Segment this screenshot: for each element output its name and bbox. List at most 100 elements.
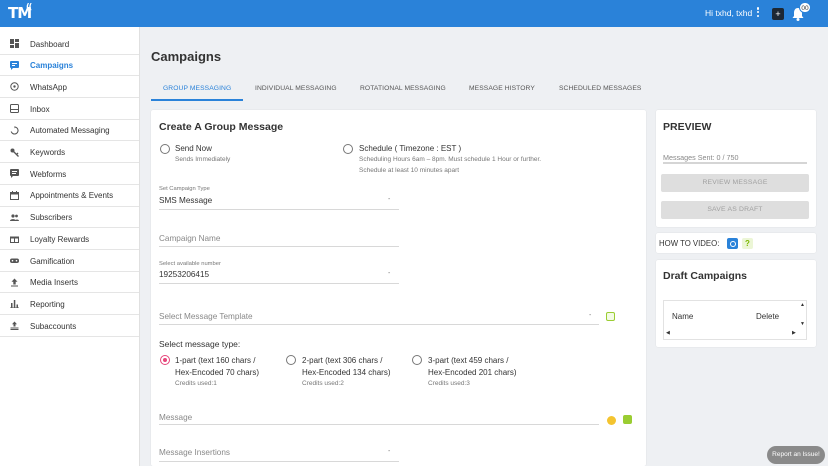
- signal-icon: ((: [26, 2, 32, 11]
- calendar-icon: [10, 190, 19, 200]
- review-message-button[interactable]: REVIEW MESSAGE: [661, 174, 809, 192]
- sidebar-item-dashboard[interactable]: Dashboard: [0, 33, 139, 55]
- number-select[interactable]: 19253206415: [159, 270, 209, 279]
- help-icon[interactable]: ?: [742, 238, 753, 249]
- two-part-line1: 2-part (text 306 chars /: [302, 356, 383, 365]
- schedule-sub-hours: Scheduling Hours 6am – 8pm. Must schedul…: [359, 156, 542, 163]
- tab-individual-messaging[interactable]: INDIVIDUAL MESSAGING: [255, 85, 337, 92]
- sidebar-item-label: Loyalty Rewards: [30, 234, 90, 244]
- send-now-radio[interactable]: [160, 144, 170, 154]
- sidebar-item-label: WhatsApp: [30, 82, 67, 92]
- sidebar-item-subscribers[interactable]: Subscribers: [0, 207, 139, 229]
- sidebar-item-gamification[interactable]: Gamification: [0, 250, 139, 272]
- messages-sent-count: Messages Sent: 0 / 750: [663, 153, 739, 162]
- two-part-radio[interactable]: [286, 355, 296, 365]
- scroll-down-icon[interactable]: ▼: [800, 321, 805, 327]
- sidebar-item-label: Automated Messaging: [30, 126, 110, 136]
- one-part-line2: Hex-Encoded 70 chars): [175, 368, 260, 377]
- sidebar-item-automated-messaging[interactable]: Automated Messaging: [0, 120, 139, 142]
- insertions-underline: [159, 461, 399, 462]
- one-part-radio[interactable]: [160, 355, 170, 365]
- sidebar-item-subaccounts[interactable]: Subaccounts: [0, 315, 139, 337]
- sidebar-nav: Dashboard Campaigns WhatsApp Inbox Autom…: [0, 27, 140, 466]
- sidebar-item-label: Inbox: [30, 104, 50, 114]
- page-title: Campaigns: [151, 49, 222, 64]
- app-logo[interactable]: TM((: [8, 2, 32, 22]
- scroll-right-icon[interactable]: ▶: [792, 330, 796, 336]
- campaign-icon: [10, 60, 19, 70]
- subaccount-icon: [10, 321, 19, 331]
- gamepad-icon: [10, 258, 19, 263]
- top-app-bar: TM(( Hi txhd, txhd + 00: [0, 0, 828, 27]
- sidebar-item-whatsapp[interactable]: WhatsApp: [0, 76, 139, 99]
- insert-media-icon[interactable]: [623, 415, 632, 424]
- number-underline: [159, 283, 399, 284]
- message-insertions-select[interactable]: Message Insertions: [159, 448, 230, 457]
- quick-action-button[interactable]: +: [772, 8, 784, 20]
- sidebar-item-label: Keywords: [30, 148, 66, 157]
- sidebar-item-keywords[interactable]: Keywords: [0, 142, 139, 164]
- message-textarea[interactable]: Message: [159, 413, 192, 422]
- how-to-video-card: HOW TO VIDEO: ?: [656, 233, 816, 253]
- sidebar-item-label: Appointments & Events: [30, 191, 114, 201]
- sidebar-item-label: Webforms: [30, 169, 67, 179]
- sidebar-item-inbox[interactable]: Inbox: [0, 98, 139, 120]
- sidebar-item-webforms[interactable]: Webforms: [0, 163, 139, 185]
- campaign-name-underline: [159, 246, 399, 247]
- user-greeting[interactable]: Hi txhd, txhd: [705, 8, 752, 18]
- emoji-icon[interactable]: [607, 416, 616, 425]
- tab-message-history[interactable]: MESSAGE HISTORY: [469, 85, 535, 92]
- whatsapp-icon: [10, 82, 19, 92]
- webform-icon: [10, 169, 19, 179]
- campaign-type-select[interactable]: SMS Message: [159, 196, 212, 205]
- tab-scheduled-messages[interactable]: SCHEDULED MESSAGES: [559, 85, 641, 92]
- template-underline: [159, 324, 599, 325]
- scroll-up-icon[interactable]: ▲: [800, 302, 805, 308]
- chevron-down-icon[interactable]: -: [388, 448, 390, 455]
- how-to-video-label: HOW TO VIDEO:: [659, 239, 720, 248]
- schedule-label: Schedule ( Timezone : EST ): [359, 144, 462, 153]
- two-part-credits: Credits used:2: [302, 380, 344, 387]
- sidebar-item-loyalty-rewards[interactable]: Loyalty Rewards: [0, 228, 139, 250]
- sidebar-item-label: Subaccounts: [30, 321, 77, 331]
- tab-rotational-messaging[interactable]: ROTATIONAL MESSAGING: [360, 85, 446, 92]
- active-tab-indicator: [151, 99, 243, 101]
- three-part-radio[interactable]: [412, 355, 422, 365]
- video-play-icon[interactable]: [727, 238, 738, 249]
- schedule-radio[interactable]: [343, 144, 353, 154]
- campaign-type-label: Set Campaign Type: [159, 186, 210, 192]
- sidebar-item-label: Gamification: [30, 256, 75, 266]
- campaign-name-input[interactable]: Campaign Name: [159, 234, 220, 243]
- tab-group-messaging[interactable]: GROUP MESSAGING: [163, 85, 231, 92]
- dashboard-icon: [10, 39, 19, 48]
- sidebar-item-campaigns[interactable]: Campaigns: [0, 55, 139, 77]
- send-now-label: Send Now: [175, 144, 212, 153]
- sidebar-item-media-inserts[interactable]: Media Inserts: [0, 272, 139, 294]
- draft-campaigns-title: Draft Campaigns: [663, 270, 748, 282]
- report-issue-button[interactable]: Report an Issue!: [767, 446, 825, 464]
- sidebar-item-appointments-events[interactable]: Appointments & Events: [0, 185, 139, 207]
- three-part-line1: 3-part (text 459 chars /: [428, 356, 509, 365]
- edit-template-icon[interactable]: [606, 312, 615, 321]
- sidebar-item-label: Subscribers: [30, 213, 73, 223]
- campaign-tabs: GROUP MESSAGING INDIVIDUAL MESSAGING ROT…: [151, 78, 656, 101]
- scroll-left-icon[interactable]: ◀: [666, 330, 670, 336]
- campaign-type-underline: [159, 209, 399, 210]
- sidebar-item-label: Dashboard: [30, 39, 70, 49]
- message-type-heading: Select message type:: [159, 339, 241, 349]
- bar-chart-icon: [10, 300, 19, 309]
- chevron-down-icon[interactable]: -: [388, 270, 390, 277]
- preview-card: PREVIEW Messages Sent: 0 / 750 REVIEW ME…: [656, 110, 816, 227]
- chevron-down-icon[interactable]: -: [388, 196, 390, 203]
- two-part-line2: Hex-Encoded 134 chars): [302, 368, 391, 377]
- sidebar-item-label: Reporting: [30, 299, 65, 309]
- chevron-down-icon[interactable]: -: [589, 312, 591, 319]
- save-as-draft-button[interactable]: SAVE AS DRAFT: [661, 201, 809, 219]
- create-group-message-card: Create A Group Message Send Now Sends Im…: [151, 110, 646, 466]
- upload-icon: [11, 278, 18, 287]
- message-template-select[interactable]: Select Message Template: [159, 312, 253, 321]
- sidebar-item-reporting[interactable]: Reporting: [0, 293, 139, 316]
- messages-progress-bar: [663, 162, 807, 164]
- inbox-icon: [10, 104, 19, 114]
- more-vert-icon[interactable]: [755, 6, 761, 20]
